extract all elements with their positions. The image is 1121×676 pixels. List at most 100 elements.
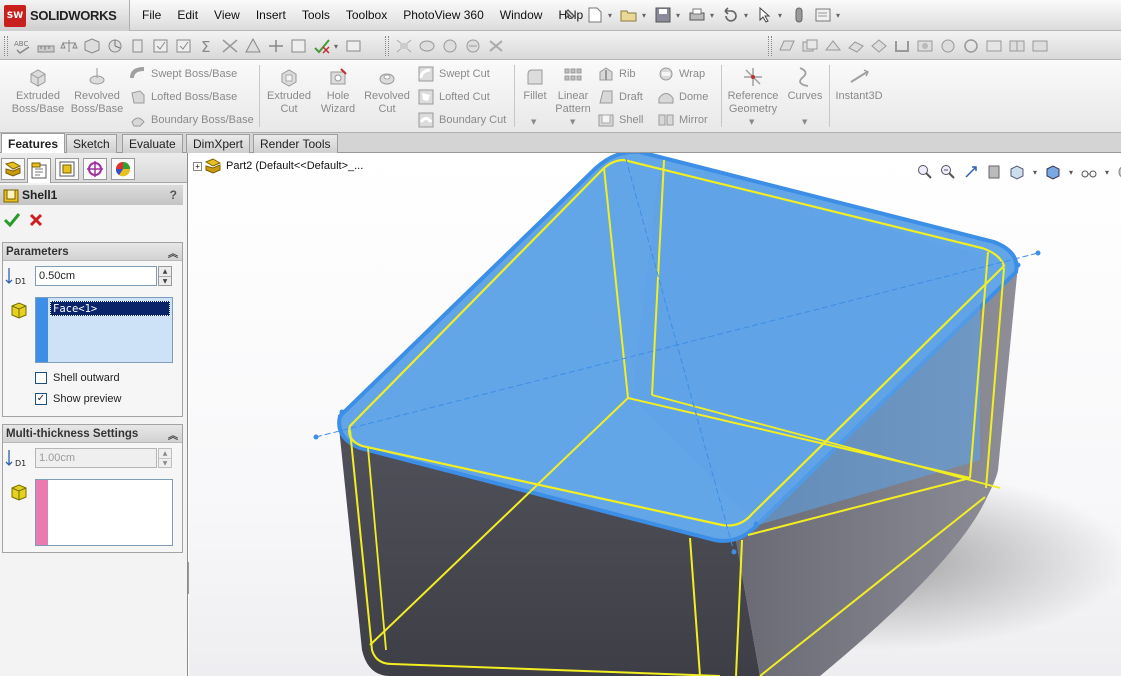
check-entity-icon[interactable] [127, 35, 149, 57]
boundary-cut-button[interactable]: Boundary Cut [418, 112, 506, 128]
macro-icon[interactable] [343, 35, 365, 57]
display-manager-tab[interactable] [111, 158, 135, 180]
thickness-spinner[interactable]: ▲ ▼ [158, 266, 172, 286]
symmetry-check-icon[interactable] [485, 35, 507, 57]
scale-icon[interactable] [960, 35, 982, 57]
show-preview-checkbox[interactable]: ✓ Show preview [35, 393, 121, 405]
chevron-down-icon[interactable]: ▾ [836, 11, 844, 20]
menu-toolbox[interactable]: Toolbox [338, 8, 395, 22]
app-logo[interactable]: SW SOLIDWORKS [0, 0, 130, 31]
delete-face-icon[interactable] [868, 35, 890, 57]
property-manager-tab[interactable] [27, 158, 51, 183]
spin-up-icon[interactable]: ▲ [159, 267, 171, 276]
statistics-icon[interactable] [104, 35, 126, 57]
revolved-cut-button[interactable]: Revolved Cut [362, 66, 412, 116]
tab-sketch[interactable]: Sketch [66, 134, 117, 153]
split-line-icon[interactable] [1006, 35, 1028, 57]
menu-view[interactable]: View [206, 8, 248, 22]
zebra-stripes-icon[interactable] [416, 35, 438, 57]
fill-surface-icon[interactable] [891, 35, 913, 57]
show-preview-box[interactable]: ✓ [35, 393, 47, 405]
spell-check-icon[interactable]: ABC [12, 35, 34, 57]
menu-insert[interactable]: Insert [248, 8, 294, 22]
tab-dimxpert[interactable]: DimXpert [186, 134, 251, 153]
check-icon[interactable] [439, 35, 461, 57]
file-properties-icon[interactable] [812, 5, 834, 25]
multi-thickness-header[interactable]: Multi-thickness Settings ︽ [3, 425, 182, 443]
new-document-icon[interactable] [584, 5, 606, 25]
rib-button[interactable]: Rib [598, 66, 636, 82]
loft-surface-icon[interactable] [822, 35, 844, 57]
mirror-button[interactable]: Mirror [658, 112, 708, 128]
copy-surface-icon[interactable] [799, 35, 821, 57]
ok-checkmark-icon[interactable] [3, 211, 21, 229]
feature-works-icon[interactable] [311, 35, 333, 57]
thickness-analysis-icon[interactable] [462, 35, 484, 57]
fillet-dropdown-chevron-icon[interactable]: ▼ [531, 118, 536, 126]
dome-button[interactable]: Dome [658, 89, 708, 105]
extruded-boss-button[interactable]: Extruded Boss/Base [12, 66, 64, 116]
knit-surface-icon[interactable] [845, 35, 867, 57]
move-face-icon[interactable] [983, 35, 1005, 57]
dimxpert-manager-tab[interactable] [83, 158, 107, 180]
hole-wizard-button[interactable]: Hole Wizard [318, 66, 358, 116]
rebuild-icon[interactable] [788, 5, 810, 25]
pattern-dropdown-chevron-icon[interactable]: ▼ [570, 118, 575, 126]
menu-window[interactable]: Window [492, 8, 551, 22]
shell-button[interactable]: Shell [598, 112, 643, 128]
collapse-chevron-icon[interactable]: ︽ [168, 245, 178, 260]
chevron-down-icon[interactable]: ▾ [334, 42, 342, 51]
curvature-icon[interactable] [393, 35, 415, 57]
menu-edit[interactable]: Edit [169, 8, 206, 22]
chevron-down-icon[interactable]: ▾ [642, 11, 650, 20]
curves-dropdown-chevron-icon[interactable]: ▼ [802, 118, 807, 126]
undercut-analysis-icon[interactable] [265, 35, 287, 57]
help-icon[interactable]: ? [170, 188, 177, 202]
shell-outward-box[interactable] [35, 372, 47, 384]
section-properties-icon[interactable] [81, 35, 103, 57]
lofted-cut-button[interactable]: Lofted Cut [418, 89, 490, 105]
open-folder-icon[interactable] [618, 5, 640, 25]
fillet-button[interactable]: Fillet [520, 66, 550, 103]
save-icon[interactable] [652, 5, 674, 25]
menu-file[interactable]: File [134, 8, 169, 22]
curves-button[interactable]: Curves [785, 66, 825, 103]
plane-icon[interactable] [776, 35, 798, 57]
ruled-surface-icon[interactable] [1029, 35, 1051, 57]
model-viewport[interactable] [189, 153, 1121, 676]
tab-evaluate[interactable]: Evaluate [122, 134, 183, 153]
print-icon[interactable] [686, 5, 708, 25]
multi-thickness-faces-list[interactable] [35, 479, 173, 546]
refgeom-dropdown-chevron-icon[interactable]: ▼ [749, 118, 754, 126]
chevron-down-icon[interactable]: ▾ [778, 11, 786, 20]
pin-menu-icon[interactable] [562, 6, 578, 22]
shell-thickness-input[interactable]: 0.50cm [35, 266, 157, 286]
deviation-analysis-icon[interactable] [219, 35, 241, 57]
wrap-button[interactable]: Wrap [658, 66, 705, 82]
swept-boss-button[interactable]: Swept Boss/Base [130, 66, 237, 82]
feature-manager-tab[interactable] [1, 158, 25, 180]
multi-thickness-input[interactable]: 1.00cm [35, 448, 157, 468]
collapse-chevron-icon[interactable]: ︽ [168, 427, 178, 442]
instant3d-button[interactable]: Instant3D [833, 66, 885, 103]
cavity-icon[interactable] [937, 35, 959, 57]
faces-to-remove-list[interactable]: Face<1> [35, 297, 173, 363]
spin-down-icon[interactable]: ▼ [159, 276, 171, 285]
graphics-area[interactable]: + Part2 (Default<<Default>_... ▾ ▾ ▾ [189, 153, 1121, 676]
swept-cut-button[interactable]: Swept Cut [418, 66, 490, 82]
toolbar-grip[interactable] [4, 36, 8, 56]
draft-button[interactable]: Draft [598, 89, 643, 105]
parameters-header[interactable]: Parameters ︽ [3, 243, 182, 261]
mold-tools-icon[interactable] [914, 35, 936, 57]
menu-tools[interactable]: Tools [294, 8, 338, 22]
chevron-down-icon[interactable]: ▾ [710, 11, 718, 20]
draft-analysis-icon[interactable] [242, 35, 264, 57]
select-cursor-icon[interactable] [754, 5, 776, 25]
equations-icon[interactable]: Σ [196, 35, 218, 57]
boundary-boss-button[interactable]: Boundary Boss/Base [130, 112, 254, 128]
extruded-cut-button[interactable]: Extruded Cut [264, 66, 314, 116]
chevron-down-icon[interactable]: ▾ [676, 11, 684, 20]
tab-render-tools[interactable]: Render Tools [253, 134, 338, 153]
chevron-down-icon[interactable]: ▾ [744, 11, 752, 20]
parting-line-analysis-icon[interactable] [288, 35, 310, 57]
